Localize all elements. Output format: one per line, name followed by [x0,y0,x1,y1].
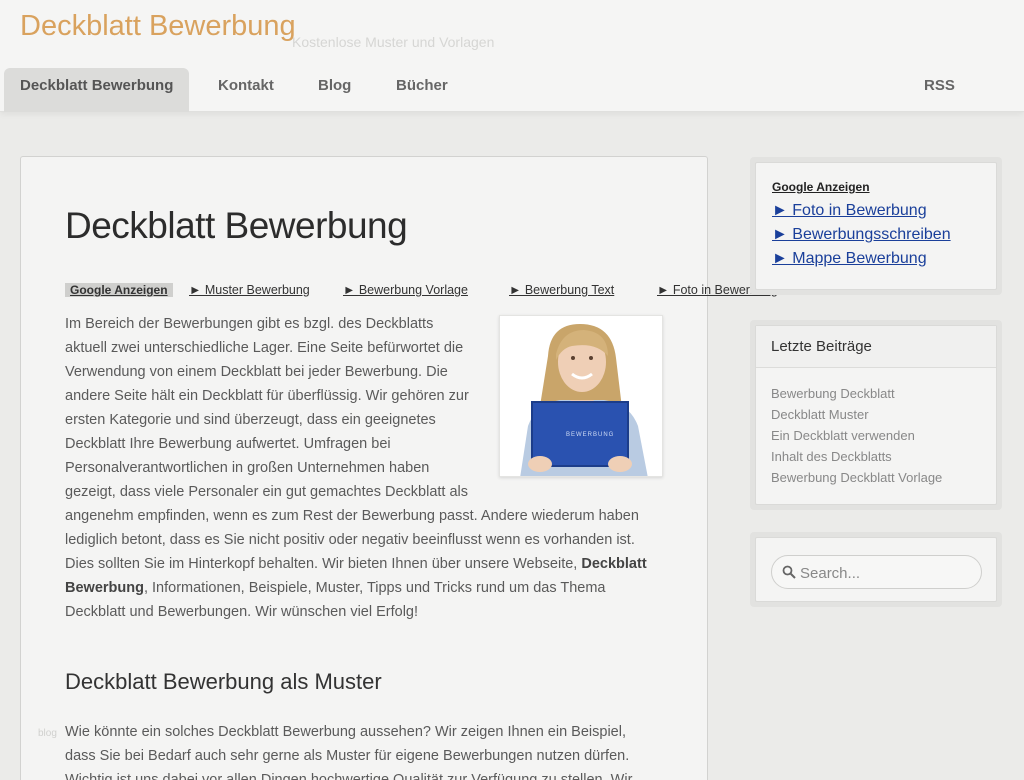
nav-item-deckblatt-bewerbung[interactable]: Deckblatt Bewerbung [4,68,190,112]
muster-paragraph: Wie könnte ein solches Deckblatt Bewerbu… [65,724,633,780]
folder-label: BEWERBUNG [566,432,615,438]
site-title[interactable]: Deckblatt Bewerbung [20,10,296,43]
search-icon [782,565,796,579]
ad-link-bewerbung-vorlage[interactable]: ► Bewerbung Vorlage [343,283,468,297]
ad-link-bewerbung-text[interactable]: ► Bewerbung Text [509,283,614,297]
recent-posts-title: Letzte Beiträge [771,338,872,355]
nav-item-rss[interactable]: RSS [908,68,971,112]
sidebar-ad-foto-in-bewerbung[interactable]: ► Foto in Bewerbung [772,202,927,220]
search-widget [750,532,1002,607]
sidebar-ad-mappe-bewerbung[interactable]: ► Mappe Bewerbung [772,250,927,268]
nav-item-blog[interactable]: Blog [302,68,367,112]
photo-illustration [500,316,662,476]
section-heading-muster: Deckblatt Bewerbung als Muster [65,669,382,694]
recent-post-link[interactable]: Deckblatt Muster [771,407,869,422]
nav-item-kontakt[interactable]: Kontakt [202,68,290,112]
main-nav: Deckblatt Bewerbung Kontakt Blog Bücher … [4,68,1020,112]
site-description: Kostenlose Muster und Vorlagen [292,34,495,50]
ad-link-muster-bewerbung[interactable]: ► Muster Bewerbung [189,283,310,297]
recent-posts-widget: Letzte Beiträge Bewerbung Deckblatt Deck… [750,320,1002,510]
recent-posts-header: Letzte Beiträge [756,326,996,368]
recent-post-link[interactable]: Inhalt des Deckblatts [771,449,892,464]
site-header: Deckblatt Bewerbung Kostenlose Muster un… [0,0,1024,112]
nav-item-buecher[interactable]: Bücher [380,68,464,112]
woman-with-folder-photo: BEWERBUNG [499,315,663,477]
watermark-text: blog [38,728,57,739]
recent-post-link[interactable]: Bewerbung Deckblatt Vorlage [771,470,942,485]
sidebar-ads-widget: Google Anzeigen ► Foto in Bewerbung ► Be… [750,157,1002,295]
google-ads-label[interactable]: Google Anzeigen [65,283,173,297]
ad-link-bar: Google Anzeigen ► Muster Bewerbung ► Bew… [65,282,785,300]
sidebar-ads-label[interactable]: Google Anzeigen [772,180,870,194]
recent-post-link[interactable]: Bewerbung Deckblatt [771,386,895,401]
recent-post-link[interactable]: Ein Deckblatt verwenden [771,428,915,443]
search-input[interactable] [800,562,970,584]
sidebar-ad-bewerbungsschreiben[interactable]: ► Bewerbungsschreiben [772,226,951,244]
main-content: Deckblatt Bewerbung Google Anzeigen ► Mu… [20,156,778,780]
intro-text-b: , Informationen, Beispiele, Muster, Tipp… [65,580,606,620]
page-title: Deckblatt Bewerbung [65,205,408,246]
search-box[interactable] [771,555,982,589]
